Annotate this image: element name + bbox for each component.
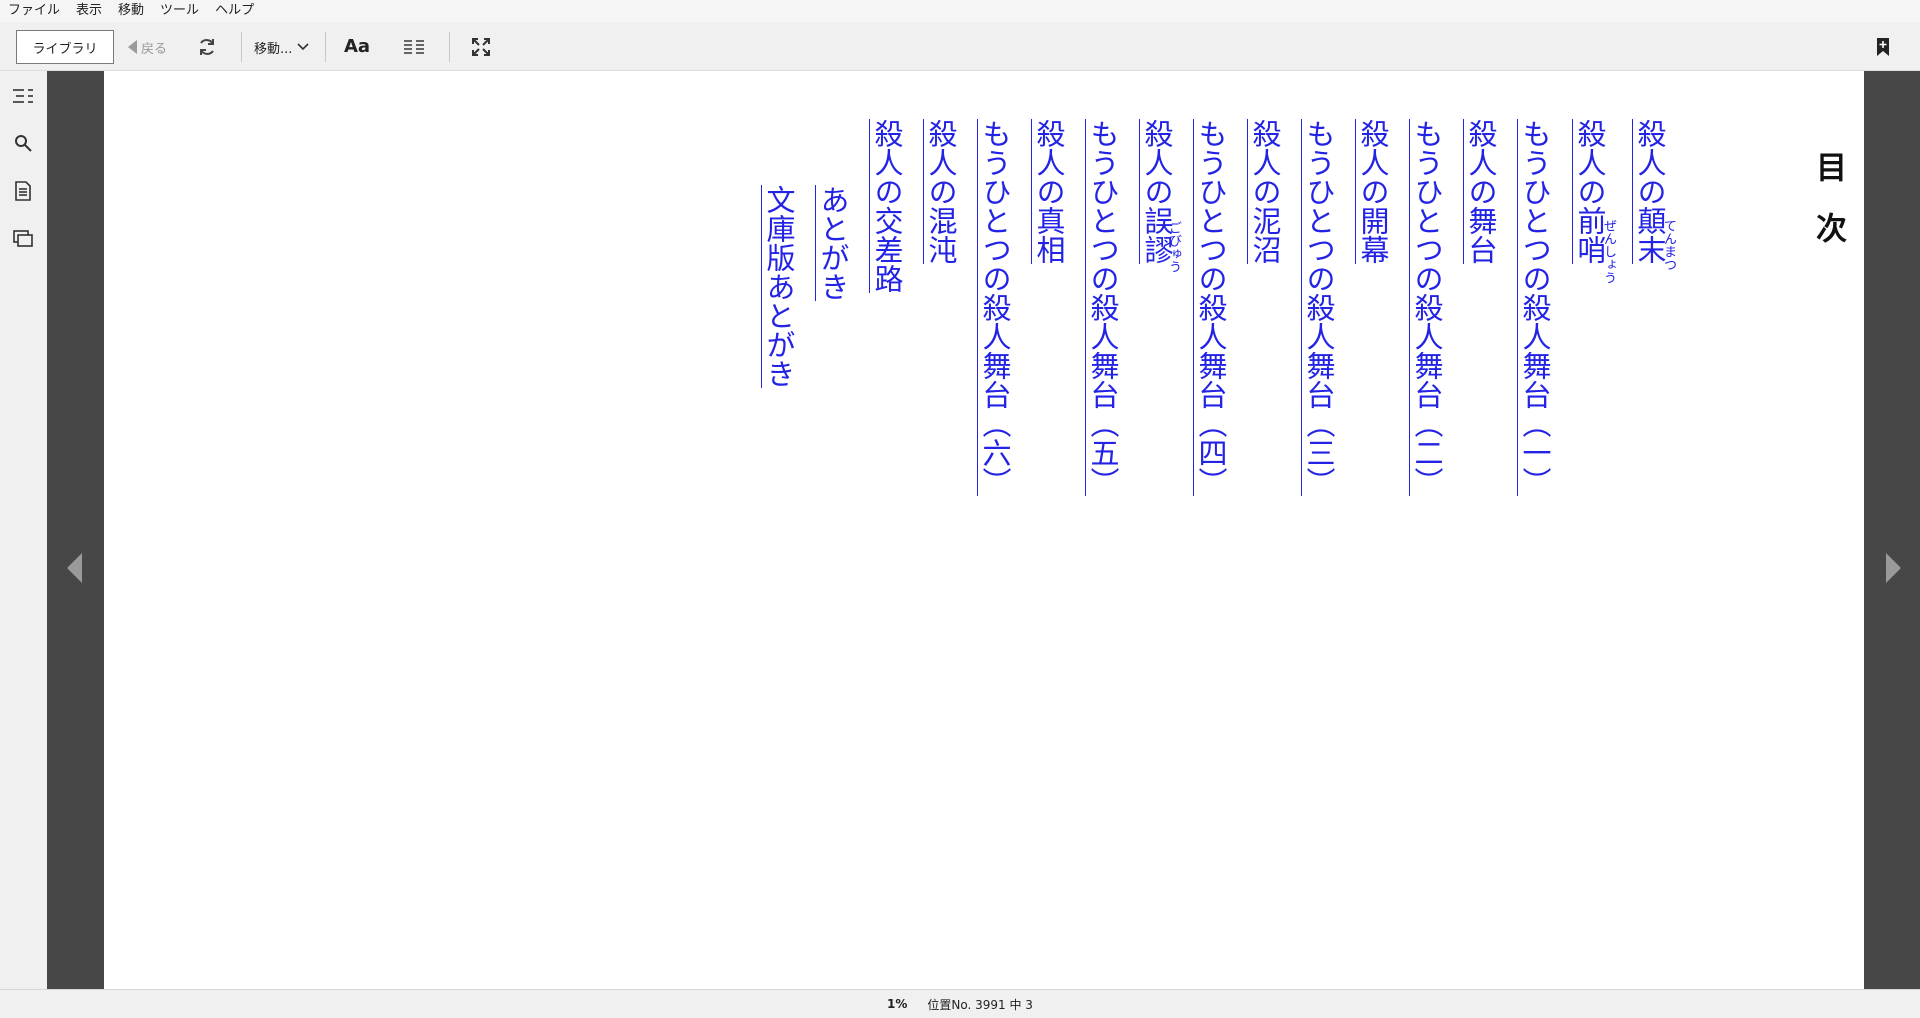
ruby-annotation: てんまつ <box>1661 219 1676 271</box>
ruby-annotation: ごびゅう <box>1166 221 1181 273</box>
toc-item[interactable]: もうひとつの殺人舞台（五） <box>1085 119 1120 496</box>
goto-dropdown[interactable]: 移動... <box>254 34 310 60</box>
back-button[interactable]: 戻る <box>128 34 167 60</box>
right-gutter <box>1864 71 1920 989</box>
toc-item[interactable]: もうひとつの殺人舞台（四） <box>1193 119 1228 496</box>
back-button-label: 戻る <box>141 41 168 57</box>
toc-item[interactable]: 文庫版あとがき <box>761 185 796 388</box>
toc-list-icon[interactable] <box>10 83 36 109</box>
chevron-down-icon <box>297 43 309 51</box>
toolbar-divider <box>241 32 242 62</box>
fullscreen-icon[interactable] <box>468 34 494 60</box>
toolbar-divider <box>449 32 450 62</box>
menu-bar: ファイル 表示 移動 ツール ヘルプ <box>0 0 1920 22</box>
search-icon[interactable] <box>10 130 36 156</box>
toc-item[interactable]: もうひとつの殺人舞台（二） <box>1409 119 1444 496</box>
notes-icon[interactable] <box>10 178 36 204</box>
toc-item[interactable]: 殺人の泥沼 <box>1247 119 1282 264</box>
next-page-icon[interactable] <box>1886 553 1901 583</box>
toolbar: ライブラリ 戻る 移動... Aa <box>0 22 1920 71</box>
sync-icon[interactable] <box>194 34 220 60</box>
previous-page-icon[interactable] <box>67 553 82 583</box>
menu-help[interactable]: ヘルプ <box>207 0 262 22</box>
toc-item[interactable]: もうひとつの殺人舞台（六） <box>977 119 1012 496</box>
font-settings-button[interactable]: Aa <box>344 34 370 60</box>
back-arrow-icon <box>128 40 137 54</box>
menu-file[interactable]: ファイル <box>0 0 68 22</box>
toc-item[interactable]: もうひとつの殺人舞台（一） <box>1517 119 1552 496</box>
toolbar-divider <box>325 32 326 62</box>
page-title: 目次 <box>1810 151 1846 273</box>
toc-item[interactable]: 殺人の混沌 <box>923 119 958 264</box>
menu-view[interactable]: 表示 <box>68 0 110 22</box>
reader-viewport: 目次 殺人の顛末 てんまつ 殺人の前哨 ぜんしょう もうひとつの殺人舞台（一） … <box>47 71 1864 989</box>
toc-item[interactable]: 殺人の顛末 <box>1632 119 1667 264</box>
goto-dropdown-label: 移動... <box>254 41 293 57</box>
library-button[interactable]: ライブラリ <box>16 30 114 64</box>
page-layout-icon[interactable] <box>401 34 427 60</box>
toc-item[interactable]: 殺人の真相 <box>1031 119 1066 264</box>
left-sidebar <box>0 71 47 989</box>
progress-percent: 1% <box>887 997 908 1011</box>
toc-item[interactable]: 殺人の交差路 <box>869 119 904 293</box>
toc-item[interactable]: 殺人の舞台 <box>1463 119 1498 264</box>
status-bar: 1% 位置No. 3991 中 3 <box>0 989 1920 1018</box>
menu-go[interactable]: 移動 <box>110 0 152 22</box>
book-page: 目次 殺人の顛末 てんまつ 殺人の前哨 ぜんしょう もうひとつの殺人舞台（一） … <box>104 71 1864 989</box>
ruby-annotation: ぜんしょう <box>1601 219 1616 284</box>
location-indicator: 位置No. 3991 中 3 <box>927 997 1033 1012</box>
flashcards-icon[interactable] <box>10 226 36 252</box>
toc-item[interactable]: もうひとつの殺人舞台（三） <box>1301 119 1336 496</box>
toc-item[interactable]: あとがき <box>815 185 850 301</box>
add-bookmark-icon[interactable] <box>1870 34 1896 60</box>
toc-item[interactable]: 殺人の開幕 <box>1355 119 1390 264</box>
menu-tools[interactable]: ツール <box>152 0 207 22</box>
toc-item[interactable]: 殺人の前哨 <box>1572 119 1607 264</box>
